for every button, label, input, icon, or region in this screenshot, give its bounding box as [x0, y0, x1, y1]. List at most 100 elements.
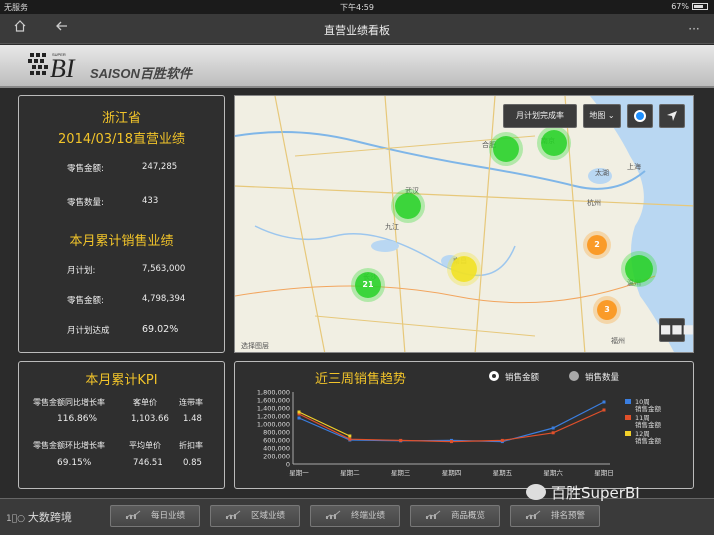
- kpi-discount-value: 0.85: [183, 458, 202, 468]
- month-heading: 本月累计销售业绩: [69, 234, 174, 249]
- city-label: 上海: [627, 163, 641, 171]
- series-line: [298, 411, 351, 437]
- map-cluster-marker[interactable]: [541, 130, 567, 156]
- data-point: [602, 400, 606, 404]
- province-title: 浙江省: [101, 111, 141, 126]
- bottom-tab-bar: 1⃝○ 大数跨境 每日业绩 区域业绩 终端业绩 商品概览 排名预警 百胜Supe…: [0, 484, 714, 535]
- tab-terminal[interactable]: 终端业绩: [310, 505, 400, 527]
- bar-chart-icon: [525, 507, 541, 519]
- x-tick-label: 星期五: [493, 469, 513, 477]
- data-point: [348, 437, 352, 441]
- city-label: 九江: [385, 223, 399, 231]
- trend-chart: 1,800,0001,600,0001,400,0001,200,0001,00…: [257, 389, 662, 478]
- status-bar: 无服务 下午4:59 67%: [0, 0, 714, 14]
- svg-text:BI: BI: [50, 54, 76, 83]
- x-tick-label: 星期三: [391, 469, 411, 477]
- legend-label: 销售金额: [635, 404, 662, 413]
- x-tick-label: 星期一: [289, 469, 309, 477]
- tab-label: 终端业绩: [350, 511, 385, 521]
- kpi-attach-rate-value: 1.48: [183, 414, 202, 424]
- navigation-arrow-icon: [667, 111, 677, 121]
- watermark-logo-icon: 1⃝○: [6, 514, 28, 524]
- metric-dropdown[interactable]: 月计划完成率: [503, 104, 577, 128]
- chevron-down-icon: ⌄: [605, 111, 615, 120]
- more-menu-icon[interactable]: ···: [682, 19, 706, 39]
- legend-label: 销售金额: [635, 420, 662, 429]
- legend-label: 销售金额: [635, 436, 662, 445]
- rate-label: 月计划达成: [67, 326, 110, 336]
- tab-label: 区域业绩: [250, 511, 285, 521]
- kpi-avg-price-value: 746.51: [133, 458, 163, 468]
- data-point: [500, 438, 504, 442]
- y-tick-label: 1,000,000: [257, 421, 290, 429]
- city-label: 太湖: [595, 169, 609, 177]
- map-cluster-marker[interactable]: 21: [355, 272, 381, 298]
- tab-products[interactable]: 商品概览: [410, 505, 500, 527]
- nav-bar: 直营业绩看板 ···: [0, 14, 714, 44]
- tab-label: 每日业绩: [150, 511, 185, 521]
- map-cluster-marker[interactable]: [493, 136, 519, 162]
- daily-heading: 2014/03/18直营业绩: [58, 132, 185, 147]
- watermark-left-text: 大数跨境: [27, 511, 72, 524]
- tab-ranking[interactable]: 排名预警: [510, 505, 600, 527]
- data-point: [297, 410, 301, 414]
- map-cluster-marker[interactable]: [451, 256, 477, 282]
- radio-sales-amount-label[interactable]: 销售金额: [505, 371, 539, 383]
- map-view[interactable]: 合肥 南京 上海 太湖 杭州 南昌 长沙 武汉 九江 福州 温州 21 2 3 …: [234, 95, 694, 353]
- watermark-right-text: 百胜SuperBI: [551, 484, 640, 502]
- map-cluster-marker[interactable]: [625, 255, 653, 283]
- rate-value: 69.02%: [142, 324, 179, 335]
- month-sales-label: 零售金额:: [67, 296, 104, 306]
- map-credit: 选择图层: [241, 342, 269, 350]
- locate-me-button[interactable]: [627, 104, 653, 128]
- sales-value: 247,285: [142, 162, 178, 172]
- radio-sales-qty[interactable]: [569, 371, 579, 381]
- x-tick-label: 星期六: [543, 468, 563, 477]
- bar-chart-icon: [125, 507, 141, 519]
- data-point: [602, 408, 606, 412]
- kpi-mom-label: 零售金额环比增长率: [33, 441, 105, 450]
- battery-indicator: 67%: [671, 2, 708, 11]
- wechat-icon: [526, 484, 546, 500]
- watermark-left: 1⃝○ 大数跨境: [6, 509, 72, 525]
- map-cluster-marker[interactable]: 3: [597, 300, 617, 320]
- bar-chart-icon: [225, 507, 241, 519]
- plan-value: 7,563,000: [142, 264, 186, 274]
- data-point: [399, 438, 403, 442]
- trend-panel: 近三周销售趋势 销售金额 销售数量 1,800,000 1,600,000 1,40…: [234, 361, 694, 489]
- y-tick-label: 600,000: [263, 437, 290, 445]
- svg-text:SUPER: SUPER: [52, 52, 66, 57]
- kpi-avg-price-label: 平均单价: [129, 441, 161, 450]
- kpi-attach-rate-label: 连带率: [179, 398, 203, 407]
- kpi-panel: 本月累计KPI 零售金额同比增长率 客单价 连带率 116.86% 1,103.…: [18, 361, 225, 489]
- map-more-button[interactable]: ■■■: [659, 318, 693, 342]
- data-point: [551, 426, 555, 430]
- summary-panel: 浙江省 2014/03/18直营业绩 零售金额: 247,285 零售数量: 4…: [18, 95, 225, 353]
- tab-label: 商品概览: [450, 511, 485, 521]
- radio-sales-amount[interactable]: [489, 371, 499, 381]
- radio-sales-qty-label[interactable]: 销售数量: [585, 371, 619, 383]
- y-tick-label: 400,000: [263, 445, 290, 453]
- battery-percent: 67%: [671, 2, 689, 11]
- tab-region[interactable]: 区域业绩: [210, 505, 300, 527]
- navigation-button[interactable]: [659, 104, 685, 128]
- logo-bar: BI SUPER SAISON百胜软件: [0, 45, 714, 88]
- city-label: 福州: [611, 337, 625, 345]
- watermark-right: 百胜SuperBI: [526, 482, 640, 503]
- city-label: 杭州: [587, 199, 601, 207]
- location-dot-icon: [634, 110, 646, 122]
- map-layer-dropdown[interactable]: 地图 ⌄: [583, 104, 621, 128]
- superbi-logo-icon: BI SUPER: [28, 52, 76, 83]
- data-point: [450, 440, 453, 444]
- map-cluster-marker[interactable]: 2: [587, 235, 607, 255]
- bar-chart-icon: [325, 507, 341, 519]
- tab-daily[interactable]: 每日业绩: [110, 505, 200, 527]
- data-point: [297, 416, 301, 420]
- kpi-avg-order-label: 客单价: [133, 398, 157, 407]
- x-tick-label: 星期四: [442, 469, 462, 477]
- tab-label: 排名预警: [550, 511, 585, 521]
- kpi-discount-label: 折扣率: [179, 441, 203, 450]
- qty-label: 零售数量:: [67, 198, 104, 208]
- map-cluster-marker[interactable]: [395, 193, 421, 219]
- brand-name: SAISON百胜软件: [90, 66, 192, 81]
